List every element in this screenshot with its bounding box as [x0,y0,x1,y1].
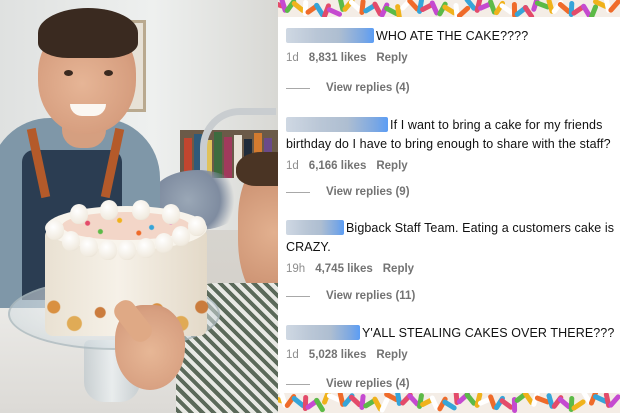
reply-button[interactable]: Reply [383,263,414,275]
frosting-dollop [155,233,173,253]
person-left-hair [38,8,138,58]
view-replies-button[interactable]: View replies (9) [286,186,410,198]
frosting-dollop [62,231,80,251]
comments-panel: WHO ATE THE CAKE???? 1d 8,831 likes Repl… [278,0,620,413]
comment-time: 1d [286,52,299,64]
comment-item: Y'ALL STEALING CAKES OVER THERE??? 1d 5,… [286,324,616,361]
comment-likes[interactable]: 4,745 likes [315,263,373,275]
person-right-hair [236,152,278,186]
divider-line [286,383,310,385]
comment-time: 1d [286,349,299,361]
view-replies-label: View replies (11) [326,290,416,302]
comment-likes[interactable]: 6,166 likes [309,160,367,172]
frosting-dollop [118,240,136,260]
comment-body: WHO ATE THE CAKE???? [286,27,616,46]
view-replies-label: View replies (9) [326,186,410,198]
comment-body: Y'ALL STEALING CAKES OVER THERE??? [286,324,616,343]
frosting-dollop [137,238,155,258]
sprinkle-border-top [278,0,620,17]
view-replies-button[interactable]: View replies (4) [286,378,410,390]
frosting-dollop [70,204,88,224]
comment-item: WHO ATE THE CAKE???? 1d 8,831 likes Repl… [286,27,616,64]
frosting-dollop [132,200,150,220]
sprinkle-border-bottom [278,393,620,413]
reply-button[interactable]: Reply [376,160,407,172]
frosting-dollop [99,240,117,260]
eye [64,70,73,76]
view-replies-label: View replies (4) [326,82,410,94]
cake-photo [0,0,278,413]
divider-line [286,191,310,193]
blurred-username[interactable] [286,325,360,340]
comment-meta: 1d 6,166 likes Reply [286,160,616,172]
comment-time: 1d [286,160,299,172]
comment-meta: 1d 5,028 likes Reply [286,349,616,361]
blurred-username[interactable] [286,117,388,132]
frosting-dollop [188,216,206,236]
frosting-dollop [80,237,98,257]
comment-text: WHO ATE THE CAKE???? [376,29,529,43]
eye [104,70,113,76]
view-replies-button[interactable]: View replies (11) [286,290,415,302]
comment-likes[interactable]: 5,028 likes [309,349,367,361]
comment-time: 19h [286,263,306,275]
sprinkle [607,393,620,409]
sprinkle [378,396,391,413]
frosting-dollop [162,204,180,224]
view-replies-button[interactable]: View replies (4) [286,82,410,94]
comment-text: Y'ALL STEALING CAKES OVER THERE??? [362,326,615,340]
reply-button[interactable]: Reply [376,349,407,361]
comment-body: Bigback Staff Team. Eating a customers c… [286,219,616,257]
frosting-dollop [100,200,118,220]
reply-button[interactable]: Reply [376,52,407,64]
comment-meta: 1d 8,831 likes Reply [286,52,616,64]
comment-item: If I want to bring a cake for my friends… [286,116,616,172]
comment-meta: 19h 4,745 likes Reply [286,263,616,275]
view-replies-label: View replies (4) [326,378,410,390]
comment-likes[interactable]: 8,831 likes [309,52,367,64]
divider-line [286,295,310,297]
frosting-dollop [46,220,64,240]
blurred-username[interactable] [286,220,344,235]
comment-body: If I want to bring a cake for my friends… [286,116,616,154]
blurred-username[interactable] [286,28,374,43]
comment-item: Bigback Staff Team. Eating a customers c… [286,219,616,275]
divider-line [286,87,310,89]
